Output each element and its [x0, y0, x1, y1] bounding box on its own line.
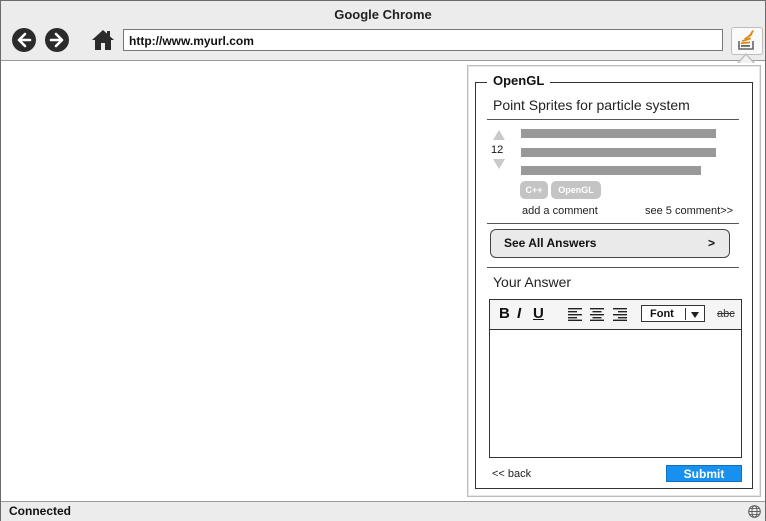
font-dropdown-value: Font [650, 308, 674, 320]
tag-legend: OpenGL [487, 73, 551, 88]
submit-button[interactable]: Submit [666, 465, 742, 482]
see-all-answers-button[interactable]: See All Answers > [490, 229, 730, 258]
add-comment-link[interactable]: add a comment [522, 205, 598, 217]
align-center-icon[interactable] [590, 308, 604, 321]
connection-status: Connected [9, 504, 72, 518]
upvote-icon[interactable] [493, 130, 505, 140]
status-bar: Connected [1, 501, 765, 521]
align-left-icon[interactable] [568, 308, 582, 321]
question-text-line [521, 129, 716, 138]
chevron-right-icon: > [707, 236, 715, 250]
answer-editor[interactable]: B I U Font abc [489, 299, 742, 458]
browser-window: Google Chrome http://www.myurl.com OpenG… [0, 0, 766, 521]
back-arrow-icon[interactable] [12, 28, 36, 52]
forward-arrow-icon[interactable] [45, 28, 69, 52]
divider [487, 223, 739, 224]
vote-count: 12 [491, 144, 504, 156]
align-right-icon[interactable] [613, 308, 627, 321]
your-answer-heading: Your Answer [493, 274, 572, 290]
strikethrough-button[interactable]: abc [717, 308, 735, 320]
browser-toolbar: Google Chrome http://www.myurl.com [1, 1, 765, 61]
tag-opengl[interactable]: OpenGL [551, 181, 601, 199]
font-dropdown[interactable]: Font [641, 305, 705, 322]
divider [487, 119, 739, 120]
back-link[interactable]: << back [492, 468, 531, 480]
address-bar[interactable]: http://www.myurl.com [123, 29, 723, 51]
see-comments-link[interactable]: see 5 comment>> [645, 205, 733, 217]
question-text-line [521, 148, 716, 157]
popup-pointer-inner [739, 55, 753, 63]
bold-button[interactable]: B [499, 305, 510, 322]
editor-toolbar: B I U Font abc [490, 300, 741, 330]
chevron-down-icon [691, 312, 699, 318]
italic-button[interactable]: I [517, 305, 521, 322]
stackoverflow-extension-icon[interactable] [731, 27, 763, 55]
dropdown-divider [685, 308, 686, 320]
home-icon[interactable] [91, 28, 115, 52]
divider [487, 267, 739, 268]
question-title[interactable]: Point Sprites for particle system [493, 97, 690, 113]
question-text-line [521, 166, 701, 175]
tag-cpp[interactable]: C++ [520, 181, 548, 199]
downvote-icon[interactable] [493, 159, 505, 169]
underline-button[interactable]: U [533, 305, 544, 322]
globe-icon [748, 505, 761, 518]
see-all-answers-label: See All Answers [504, 236, 597, 250]
window-title: Google Chrome [334, 7, 432, 22]
